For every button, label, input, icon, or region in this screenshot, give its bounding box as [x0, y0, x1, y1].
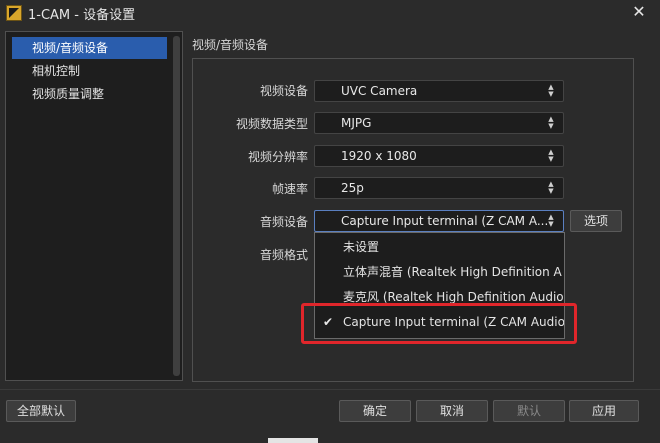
video-resolution-value: 1920 x 1080 [341, 149, 417, 163]
dropdown-option-stereo-mix[interactable]: 立体声混音 (Realtek High Definition A [315, 260, 564, 284]
app-logo-icon [6, 5, 22, 21]
audio-device-value: Capture Input terminal (Z CAM A... [341, 214, 549, 228]
video-data-type-value: MJPG [341, 116, 372, 130]
audio-format-label: 音频格式 [259, 248, 308, 262]
video-resolution-label: 视频分辨率 [247, 150, 308, 164]
video-device-label: 视频设备 [259, 84, 308, 98]
settings-sidebar: 视频/音频设备 相机控制 视频质量调整 [5, 31, 183, 381]
default-button[interactable]: 默认 [493, 400, 565, 422]
footer-divider [0, 389, 660, 390]
cancel-button[interactable]: 取消 [416, 400, 488, 422]
dropdown-option-capture-input[interactable]: ✔ Capture Input terminal (Z CAM Audio) [315, 310, 564, 334]
up-down-arrows-icon: ▲ ▼ [548, 148, 554, 163]
audio-device-label: 音频设备 [259, 215, 308, 229]
sidebar-item-video-quality[interactable]: 视频质量调整 [12, 83, 167, 105]
video-data-type-select[interactable]: MJPG ▲ ▼ [314, 112, 564, 134]
reset-all-button[interactable]: 全部默认 [6, 400, 76, 422]
up-down-arrows-icon: ▲ ▼ [548, 83, 554, 98]
window-title: 1-CAM - 设备设置 [28, 8, 136, 23]
dropdown-option-microphone[interactable]: 麦克风 (Realtek High Definition Audio) [315, 285, 564, 309]
up-down-arrows-icon: ▲ ▼ [548, 213, 554, 228]
frame-rate-select[interactable]: 25p ▲ ▼ [314, 177, 564, 199]
sidebar-scrollbar[interactable] [173, 36, 180, 376]
close-icon[interactable]: ✕ [630, 3, 648, 21]
title-bar: 1-CAM - 设备设置 ✕ [0, 0, 660, 26]
audio-device-select[interactable]: Capture Input terminal (Z CAM A... ▲ ▼ [314, 210, 564, 232]
video-device-select[interactable]: UVC Camera ▲ ▼ [314, 80, 564, 102]
dropdown-option-capture-input-label: Capture Input terminal (Z CAM Audio) [343, 315, 564, 329]
check-icon: ✔ [323, 315, 334, 329]
sidebar-item-video-audio-device[interactable]: 视频/音频设备 [12, 37, 167, 59]
video-data-type-label: 视频数据类型 [235, 117, 308, 131]
frame-rate-label: 帧速率 [271, 182, 308, 196]
taskbar-fragment [268, 438, 318, 443]
frame-rate-value: 25p [341, 181, 364, 195]
video-device-value: UVC Camera [341, 84, 418, 98]
section-title: 视频/音频设备 [192, 38, 269, 52]
audio-device-dropdown: 未设置 立体声混音 (Realtek High Definition A 麦克风… [314, 232, 565, 339]
up-down-arrows-icon: ▲ ▼ [548, 180, 554, 195]
apply-button[interactable]: 应用 [569, 400, 639, 422]
dropdown-option-none[interactable]: 未设置 [315, 235, 564, 259]
sidebar-item-camera-control[interactable]: 相机控制 [12, 60, 167, 82]
video-resolution-select[interactable]: 1920 x 1080 ▲ ▼ [314, 145, 564, 167]
ok-button[interactable]: 确定 [339, 400, 411, 422]
up-down-arrows-icon: ▲ ▼ [548, 115, 554, 130]
audio-options-button[interactable]: 选项 [570, 210, 622, 232]
